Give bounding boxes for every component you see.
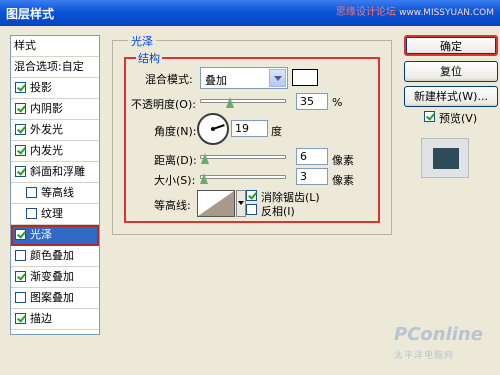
angle-input[interactable]: 19	[231, 120, 268, 137]
texture-checkbox[interactable]	[26, 208, 37, 219]
distance-unit: 像素	[332, 154, 354, 167]
blend-options-label: 混合选项:自定	[14, 60, 84, 73]
contour-label: 等高线:	[154, 199, 191, 212]
size-label: 大小(S):	[154, 174, 196, 187]
inner-glow-checkbox[interactable]	[15, 145, 26, 156]
watermark-url: www.MISSYUAN.COM	[399, 8, 494, 18]
style-item-inner-shadow[interactable]: 内阴影	[11, 99, 99, 120]
style-item-gradient-overlay[interactable]: 渐变叠加	[11, 267, 99, 288]
size-slider[interactable]	[200, 175, 286, 179]
watermark-text: 思缘设计论坛	[335, 7, 396, 18]
pattern-overlay-checkbox[interactable]	[15, 292, 26, 303]
style-item-stroke[interactable]: 描边	[11, 309, 99, 330]
style-item-label: 光泽	[30, 228, 52, 241]
distance-slider-thumb[interactable]	[201, 153, 210, 164]
pconline-sub: 太平洋电脑网	[394, 351, 455, 361]
satin-checkbox[interactable]	[15, 229, 26, 240]
style-item-label: 图案叠加	[30, 291, 74, 304]
style-item-label: 等高线	[41, 186, 74, 199]
contour-checkbox[interactable]	[26, 187, 37, 198]
style-item-label: 投影	[30, 81, 52, 94]
opacity-slider-thumb[interactable]	[226, 97, 235, 108]
blend-mode-select[interactable]: 叠加	[200, 67, 288, 89]
pconline-logo: PConline 太平洋电脑网	[380, 322, 490, 366]
style-item-contour[interactable]: 等高线	[11, 183, 99, 204]
color-overlay-checkbox[interactable]	[15, 250, 26, 261]
outer-glow-checkbox[interactable]	[15, 124, 26, 135]
style-item-outer-glow[interactable]: 外发光	[11, 120, 99, 141]
style-item-inner-glow[interactable]: 内发光	[11, 141, 99, 162]
antialias-box[interactable]	[246, 190, 257, 201]
reset-button[interactable]: 复位	[404, 61, 498, 82]
chevron-down-icon[interactable]	[236, 190, 246, 217]
style-preview	[421, 138, 469, 178]
style-item-label: 描边	[30, 312, 52, 325]
gradient-overlay-checkbox[interactable]	[15, 271, 26, 282]
bevel-emboss-checkbox[interactable]	[15, 166, 26, 177]
stroke-checkbox[interactable]	[15, 313, 26, 324]
opacity-input[interactable]: 35	[296, 93, 328, 110]
opacity-label: 不透明度(O):	[131, 98, 196, 111]
size-slider-thumb[interactable]	[200, 173, 209, 184]
angle-dial[interactable]	[197, 113, 229, 145]
chevron-down-icon[interactable]	[269, 69, 286, 87]
style-item-label: 渐变叠加	[30, 270, 74, 283]
ok-button[interactable]: 确定	[404, 35, 498, 56]
style-item-pattern-overlay[interactable]: 图案叠加	[11, 288, 99, 309]
angle-label: 角度(N):	[154, 125, 197, 138]
style-item-drop-shadow[interactable]: 投影	[11, 78, 99, 99]
preview-label: 预览(V)	[439, 112, 478, 125]
style-item-label: 外发光	[30, 123, 63, 136]
invert-box[interactable]	[246, 204, 257, 215]
styles-header[interactable]: 样式	[11, 36, 99, 57]
style-item-label: 斜面和浮雕	[30, 165, 85, 178]
style-item-label: 内阴影	[30, 102, 63, 115]
size-input[interactable]: 3	[296, 168, 328, 185]
style-item-label: 内发光	[30, 144, 63, 157]
blend-mode-value: 叠加	[205, 74, 227, 87]
distance-label: 距离(D):	[154, 154, 197, 167]
distance-input[interactable]: 6	[296, 148, 328, 165]
satin-color-swatch[interactable]	[292, 69, 318, 86]
styles-header-label: 样式	[14, 39, 36, 52]
styles-list: 样式 混合选项:自定 投影 内阴影 外发光 内发光 斜面和浮雕 等高线 纹理 光…	[10, 35, 100, 335]
style-item-satin[interactable]: 光泽	[11, 225, 99, 246]
pconline-brand: PConline	[394, 324, 483, 345]
opacity-unit: %	[332, 96, 343, 109]
contour-curve-icon	[198, 191, 234, 216]
blend-mode-label: 混合模式:	[145, 73, 193, 86]
style-preview-thumbnail	[433, 148, 459, 169]
opacity-slider[interactable]	[200, 99, 286, 103]
preview-box[interactable]	[424, 111, 435, 122]
drop-shadow-checkbox[interactable]	[15, 82, 26, 93]
structure-title: 结构	[136, 50, 162, 66]
inner-shadow-checkbox[interactable]	[15, 103, 26, 114]
invert-label: 反相(I)	[261, 205, 295, 218]
style-item-texture[interactable]: 纹理	[11, 204, 99, 225]
contour-picker[interactable]	[197, 190, 235, 217]
angle-dial-center	[211, 127, 215, 131]
style-item-bevel-emboss[interactable]: 斜面和浮雕	[11, 162, 99, 183]
style-item-label: 颜色叠加	[30, 249, 74, 262]
style-item-color-overlay[interactable]: 颜色叠加	[11, 246, 99, 267]
style-item-label: 纹理	[41, 207, 63, 220]
blend-options-item[interactable]: 混合选项:自定	[11, 57, 99, 78]
window-title: 图层样式	[6, 7, 55, 21]
size-unit: 像素	[332, 174, 354, 187]
watermark: 思缘设计论坛 www.MISSYUAN.COM	[336, 3, 494, 18]
angle-unit: 度	[271, 125, 282, 138]
satin-section-title: 光泽	[128, 33, 156, 49]
distance-slider[interactable]	[200, 155, 286, 159]
title-bar: 图层样式 思缘设计论坛 www.MISSYUAN.COM	[0, 0, 500, 26]
new-style-button[interactable]: 新建样式(W)...	[404, 86, 498, 107]
